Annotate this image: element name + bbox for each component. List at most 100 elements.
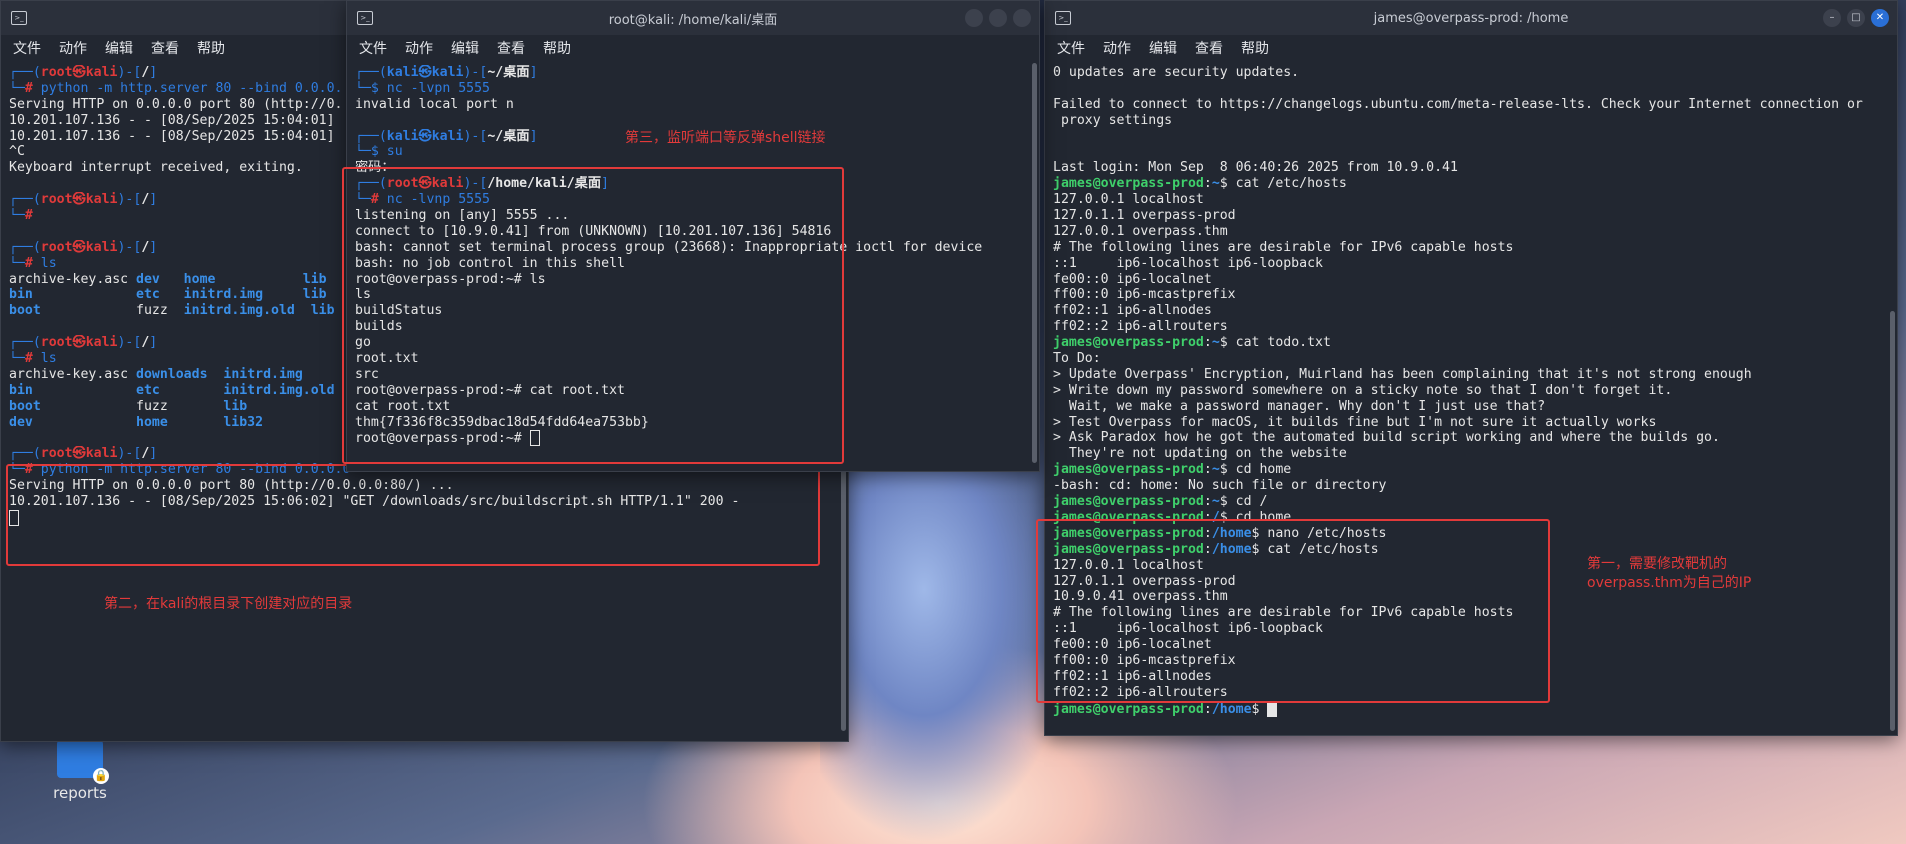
right-terminal-window[interactable]: >_ james@overpass-prod: /home – □ ✕ 文件 动… [1044,0,1898,736]
terminal-line: They're not updating on the website [1053,446,1889,462]
terminal-text: ls [40,351,57,367]
terminal-text: : [1203,176,1212,192]
terminal-text: ff00::0 ip6-mcastprefix [1053,652,1236,668]
menu-edit[interactable]: 编辑 [451,38,479,58]
terminal-text: james@overpass-prod [1053,462,1204,478]
menu-view[interactable]: 查看 [1195,38,1223,58]
terminal-text: ] [529,128,538,144]
terminal-text: # [24,80,41,96]
text-cursor [1267,700,1278,717]
terminal-text: python -m http.server 80 --bind 0.0.0.0 [40,462,351,478]
terminal-text: root.txt [355,351,419,367]
menu-action[interactable]: 动作 [405,38,433,58]
middle-menubar: 文件 动作 编辑 查看 帮助 [347,35,1039,61]
terminal-text: └─ [9,255,25,271]
terminal-icon: >_ [1055,11,1071,25]
terminal-line: 10.201.107.136 - - [08/Sep/2025 15:06:02… [9,494,840,510]
terminal-text: python -m http.server 80 --bind 0.0.0. [40,80,343,96]
terminal-text: # [370,192,387,208]
menu-edit[interactable]: 编辑 [105,38,133,58]
terminal-text: )-[ [117,239,142,255]
terminal-text: : [1203,509,1212,525]
terminal-text: > Write down my password somewhere on a … [1053,382,1673,398]
right-scrollbar[interactable] [1890,311,1895,731]
menu-view[interactable]: 查看 [497,38,525,58]
terminal-text: To Do: [1053,351,1101,367]
terminal-text: nc -lvpn 5555 [386,80,490,96]
menu-file[interactable]: 文件 [1057,38,1085,58]
terminal-text: dev home lib32 [9,414,264,430]
terminal-line: └─# nc -lvnp 5555 [355,192,1031,208]
terminal-line: james@overpass-prod:~$ cd / [1053,494,1889,510]
right-window-titlebar[interactable]: >_ james@overpass-prod: /home – □ ✕ [1045,1,1897,35]
terminal-line: james@overpass-prod:~$ cat /etc/hosts [1053,176,1889,192]
terminal-text: )-[ [117,446,142,462]
maximize-button[interactable] [989,9,1007,27]
terminal-text: $ cd home [1219,462,1292,478]
terminal-line: > Ask Paradox how he got the automated b… [1053,430,1889,446]
terminal-text: root㉿kali [40,446,118,462]
terminal-line: bash: no job control in this shell [355,256,1031,272]
terminal-text: /home [1211,701,1252,717]
terminal-line: proxy settings [1053,113,1889,129]
terminal-line: ff02::2 ip6-allrouters [1053,319,1889,335]
terminal-line: > Write down my password somewhere on a … [1053,383,1889,399]
terminal-text: # The following lines are desirable for … [1053,605,1514,621]
terminal-line: 127.0.1.1 overpass-prod [1053,208,1889,224]
middle-terminal-window[interactable]: >_ root@kali: /home/kali/桌面 文件 动作 编辑 查看 … [346,0,1040,472]
terminal-text: : [1203,335,1212,351]
middle-window-titlebar[interactable]: >_ root@kali: /home/kali/桌面 [347,1,1039,35]
terminal-text: ┌──( [355,176,387,192]
terminal-text: ls [40,255,57,271]
terminal-text: : [1203,494,1212,510]
close-button[interactable] [1013,9,1031,27]
minimize-button[interactable] [965,9,983,27]
left-annotation: 第二，在kali的根目录下创建对应的目录 [104,596,353,612]
menu-file[interactable]: 文件 [359,38,387,58]
terminal-text: : [1203,701,1212,717]
terminal-text: # [24,208,33,224]
menu-action[interactable]: 动作 [1103,38,1131,58]
terminal-text: ~/桌面 [487,65,530,80]
desktop-icon-reports[interactable]: 🔒 reports [40,734,120,802]
close-button[interactable]: ✕ [1871,9,1889,27]
terminal-text: They're not updating on the website [1053,446,1347,462]
terminal-text: james@overpass-prod [1053,335,1204,351]
terminal-text: $ [1251,701,1268,717]
terminal-line: # The following lines are desirable for … [1053,605,1889,621]
menu-file[interactable]: 文件 [13,38,41,58]
terminal-line: james@overpass-prod:~$ cat todo.txt [1053,335,1889,351]
menu-help[interactable]: 帮助 [197,38,225,58]
terminal-line: invalid local port n [355,97,1031,113]
terminal-text: listening on [any] 5555 ... [355,208,570,224]
terminal-text: ff02::2 ip6-allrouters [1053,319,1228,335]
minimize-button[interactable]: – [1823,9,1841,27]
middle-terminal-output[interactable]: ┌──(kali㉿kali)-[~/桌面] └─$ nc -lvpn 5555 in… [347,61,1039,450]
terminal-text: └─ [9,80,25,96]
terminal-text: builds [355,319,403,335]
terminal-text: 0 updates are security updates. [1053,65,1300,80]
lock-icon: 🔒 [93,768,109,784]
terminal-text: /home [1211,525,1252,541]
terminal-text: root@overpass-prod:~# ls [355,271,546,287]
menu-action[interactable]: 动作 [59,38,87,58]
middle-scrollbar[interactable] [1032,63,1037,463]
terminal-text: /home [1211,541,1252,557]
terminal-line: ff02::2 ip6-allrouters [1053,685,1889,701]
right-terminal-output[interactable]: 0 updates are security updates. Failed to… [1045,61,1897,721]
maximize-button[interactable]: □ [1847,9,1865,27]
terminal-text: $ cd / [1219,494,1268,510]
terminal-text: bash: no job control in this shell [355,255,625,271]
terminal-text: go [355,335,371,351]
menu-edit[interactable]: 编辑 [1149,38,1177,58]
menu-view[interactable]: 查看 [151,38,179,58]
terminal-line: fe00::0 ip6-localnet [1053,272,1889,288]
right-window-title: james@overpass-prod: /home [1373,10,1569,26]
menu-help[interactable]: 帮助 [543,38,571,58]
menu-help[interactable]: 帮助 [1241,38,1269,58]
middle-window-title: root@kali: /home/kali/桌面 [608,12,778,28]
terminal-text: root㉿kali [386,176,464,192]
terminal-text: ] [149,192,158,208]
terminal-text: bash: cannot set terminal process group … [355,239,983,255]
terminal-text: Last login: Mon Sep 8 06:40:26 2025 from… [1053,160,1458,176]
